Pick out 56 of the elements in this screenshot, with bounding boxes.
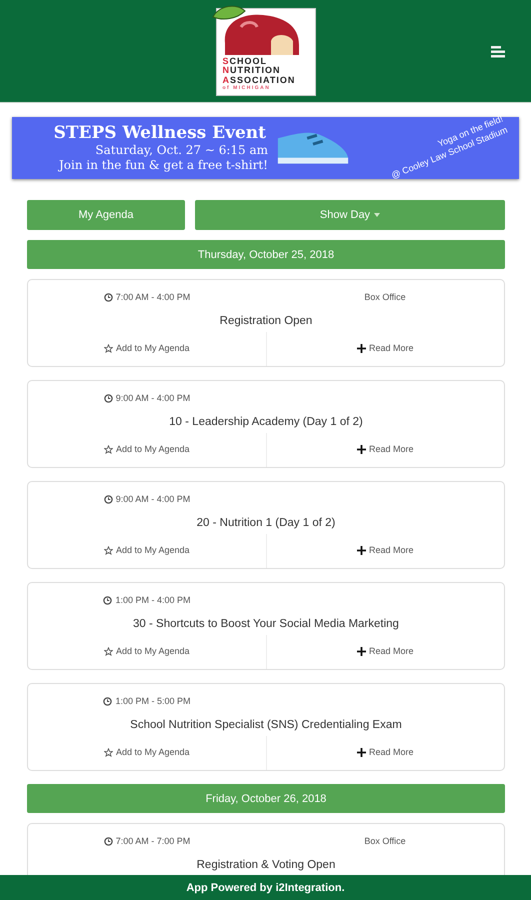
clock-icon xyxy=(104,494,113,504)
clock-icon xyxy=(103,596,112,604)
star-icon xyxy=(104,546,113,554)
star-icon xyxy=(104,646,113,656)
read-more-link[interactable]: Read More xyxy=(356,444,414,454)
banner-tagline: Join in the fun & get a free t-shirt! xyxy=(58,158,268,173)
banner-date: Saturday, Oct. 27 ~ 6:15 am xyxy=(95,143,268,158)
add-to-agenda-link[interactable]: Add to My Agenda xyxy=(104,545,190,555)
logo-text-line: SCHOOL xyxy=(222,56,268,66)
plus-icon xyxy=(356,546,366,554)
logo-text-line: NUTRITION xyxy=(222,66,282,76)
clock-icon xyxy=(103,696,112,706)
caret-icon xyxy=(374,213,380,217)
read-more-link[interactable]: Read More xyxy=(356,646,414,656)
star-icon xyxy=(104,344,113,352)
session-title: 10 - Leadership Academy (Day 1 of 2) xyxy=(168,415,364,430)
read-more-link[interactable]: Read More xyxy=(356,747,414,757)
session-location: Box Office xyxy=(364,836,406,846)
session-title: 30 - Shortcuts to Boost Your Social Media Marketing xyxy=(132,617,400,632)
session-time: 9:00 AM - 4:00 PM xyxy=(116,494,190,504)
add-to-agenda-link[interactable]: Add to My Agenda xyxy=(104,444,190,454)
banner-title: STEPS Wellness Event xyxy=(54,123,267,143)
plus-icon xyxy=(356,748,366,756)
plus-icon xyxy=(356,646,366,656)
session-time: 1:00 PM - 5:00 PM xyxy=(115,696,191,706)
logo-text-line: ASSOCIATION xyxy=(222,76,296,85)
day-header: Thursday, October 25, 2018 xyxy=(27,240,505,269)
plus-icon xyxy=(356,444,366,454)
star-icon xyxy=(104,444,113,454)
session-location: Box Office xyxy=(364,292,406,302)
read-more-link[interactable]: Read More xyxy=(356,545,414,555)
plus-icon xyxy=(356,344,366,352)
session-title: Registration Open xyxy=(218,314,314,329)
clock-icon xyxy=(104,394,113,402)
add-to-agenda-link[interactable]: Add to My Agenda xyxy=(104,747,190,757)
session-time: 7:00 AM - 7:00 PM xyxy=(116,836,190,846)
menu-icon[interactable] xyxy=(491,46,505,58)
session-card[interactable]: 1:00 PM - 5:00 PM School Nutrition Specialist (SNS) Credentialing Exam Add to My Agenda Read More xyxy=(27,683,505,771)
add-to-agenda-link[interactable]: Add to My Agenda xyxy=(104,343,190,353)
session-time: 7:00 AM - 4:00 PM xyxy=(116,292,190,302)
footer-text: App Powered by i2Integration. xyxy=(0,875,531,900)
read-more-link[interactable]: Read More xyxy=(356,343,414,353)
session-title: Registration & Voting Open xyxy=(196,858,336,873)
session-card[interactable]: 9:00 AM - 4:00 PM 20 - Nutrition 1 (Day 1 of 2) Add to My Agenda Read More xyxy=(27,481,505,569)
session-card[interactable]: 1:00 PM - 4:00 PM 30 - Shortcuts to Boost Your Social Media Marketing Add to My Agenda Read More xyxy=(27,582,505,670)
session-time: 9:00 AM - 4:00 PM xyxy=(116,393,190,403)
clock-icon xyxy=(104,836,113,846)
session-title: School Nutrition Specialist (SNS) Credentialing Exam xyxy=(129,718,403,733)
clock-icon xyxy=(104,292,113,302)
session-title: 20 - Nutrition 1 (Day 1 of 2) xyxy=(196,516,336,531)
star-icon xyxy=(104,748,113,756)
day-header: Friday, October 26, 2018 xyxy=(27,784,505,813)
session-card[interactable]: 9:00 AM - 4:00 PM 10 - Leadership Academy (Day 1 of 2) Add to My Agenda Read More xyxy=(27,380,505,468)
add-to-agenda-link[interactable]: Add to My Agenda xyxy=(104,646,190,656)
session-time: 1:00 PM - 4:00 PM xyxy=(115,595,191,605)
session-card[interactable]: 7:00 AM - 4:00 PM Box Office Registration Open Add to My Agenda Read More xyxy=(27,279,505,367)
